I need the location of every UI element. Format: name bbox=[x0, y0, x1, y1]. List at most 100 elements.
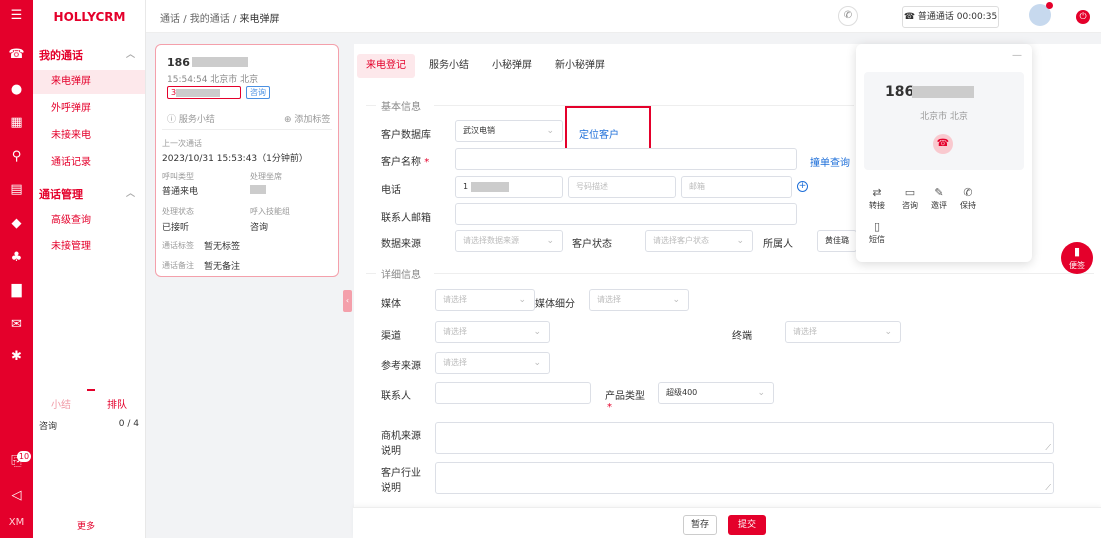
sidebar-item-incoming-popup[interactable]: 来电弹屏 bbox=[33, 70, 145, 94]
sidebar-item-call-records[interactable]: 通话记录 bbox=[33, 151, 145, 175]
chevron-down-icon: ⌄ bbox=[546, 126, 554, 136]
product-type-label: 产品类型 * bbox=[605, 387, 645, 413]
data-source-select[interactable]: 请选择数据来源 ⌄ bbox=[455, 230, 563, 252]
queue-count: 0 / 4 bbox=[118, 419, 139, 429]
status-dot bbox=[1046, 2, 1053, 9]
tab-service-summary[interactable]: 服务小结 bbox=[420, 54, 478, 78]
call-status[interactable]: ☎ 普通通话 00:00:35 bbox=[902, 6, 999, 28]
customer-name-input[interactable] bbox=[455, 148, 797, 170]
tab-queue[interactable]: 排队 bbox=[107, 396, 127, 411]
consult-icon: ▭ bbox=[904, 186, 916, 199]
minimize-icon[interactable]: — bbox=[1012, 50, 1022, 61]
breadcrumb-item[interactable]: 我的通话 bbox=[190, 14, 230, 25]
add-phone-icon[interactable]: + bbox=[797, 181, 808, 192]
media-select[interactable]: 请选择 ⌄ bbox=[435, 289, 535, 311]
last-call-time: 2023/10/31 15:53:43（1分钟前） bbox=[162, 154, 308, 164]
call-time-location: 15:54:54 北京市 北京 bbox=[167, 75, 259, 85]
transfer-button[interactable]: ⇄ 转接 bbox=[862, 186, 892, 211]
section-detail-info: 详细信息 bbox=[381, 270, 421, 281]
channel-select[interactable]: 请选择 ⌄ bbox=[435, 321, 550, 343]
evaluate-button[interactable]: ✎ 邀评 bbox=[924, 186, 954, 211]
chevron-down-icon: ⌄ bbox=[518, 295, 526, 305]
ref-source-select[interactable]: 请选择 ⌄ bbox=[435, 352, 550, 374]
hangup-icon[interactable]: ☎ bbox=[933, 134, 953, 154]
caller-location: 北京市 北京 bbox=[920, 112, 968, 122]
sidebar-item-advanced-search[interactable]: 高级查询 bbox=[33, 209, 145, 233]
contact-input[interactable] bbox=[435, 382, 591, 404]
industry-desc-label: 客户行业说明 bbox=[381, 468, 421, 494]
submit-button[interactable]: 提交 bbox=[728, 515, 766, 535]
bar-chart-icon[interactable]: ▇ bbox=[0, 281, 33, 301]
resize-handle-icon[interactable]: ⟋ bbox=[1045, 483, 1051, 493]
customer-status-select[interactable]: 请选择客户状态 ⌄ bbox=[645, 230, 753, 252]
sidebar-item-missed-calls[interactable]: 未接来电 bbox=[33, 124, 145, 148]
shield-icon[interactable]: ◆ bbox=[0, 214, 33, 234]
terminal-select[interactable]: 请选择 ⌄ bbox=[785, 321, 901, 343]
owner-select[interactable]: 黄佳璐 bbox=[817, 230, 857, 252]
email-input[interactable]: 邮箱 bbox=[681, 176, 792, 198]
tab-indicator bbox=[87, 389, 95, 391]
phone-icon[interactable]: ☎ bbox=[0, 45, 33, 65]
section-basic-info: 基本信息 bbox=[381, 102, 421, 113]
settings-icon[interactable]: ✱ bbox=[0, 347, 33, 367]
masked-number bbox=[192, 57, 248, 67]
save-draft-button[interactable]: 暂存 bbox=[683, 515, 717, 535]
resize-handle-icon[interactable]: ⟋ bbox=[1045, 443, 1051, 453]
consult-button[interactable]: ▭ 咨询 bbox=[895, 186, 925, 211]
product-type-select[interactable]: 超级400 ⌄ bbox=[658, 382, 774, 404]
group-my-calls[interactable]: 我的通话 ︿ bbox=[39, 47, 135, 63]
divider bbox=[162, 129, 332, 130]
duplicate-check-link[interactable]: 撞单查询 bbox=[810, 154, 850, 169]
select-placeholder: 请选择数据来源 bbox=[463, 236, 519, 245]
caller-number: 186 bbox=[885, 84, 915, 100]
menu-icon[interactable]: ☰ bbox=[0, 6, 33, 26]
chat-icon[interactable]: ● bbox=[0, 80, 33, 100]
more-button[interactable]: 更多 bbox=[77, 519, 95, 532]
phone-label: 电话 bbox=[381, 185, 401, 196]
masked-handler bbox=[250, 185, 266, 194]
tab-new-assistant-popup[interactable]: 新小秘弹屏 bbox=[546, 54, 614, 78]
queue-row: 咨询 0 / 4 bbox=[39, 419, 139, 432]
call-card[interactable]: 186 15:54:54 北京市 北京 3 咨询 ⓘ 服务小结 ⊕ 添加标签 上… bbox=[155, 44, 339, 277]
tab-call-registration[interactable]: 来电登记 bbox=[357, 54, 415, 78]
chevron-down-icon: ⌄ bbox=[672, 295, 680, 305]
bookmark-icon: ▮ bbox=[1073, 245, 1081, 258]
select-placeholder: 请选择客户状态 bbox=[653, 236, 709, 245]
user-icon[interactable]: ⚲ bbox=[0, 147, 33, 167]
media-sub-select[interactable]: 请选择 ⌄ bbox=[589, 289, 689, 311]
contact-email-input[interactable] bbox=[455, 203, 797, 225]
biz-source-desc-textarea[interactable]: ⟋ bbox=[435, 422, 1054, 454]
required-mark: * bbox=[607, 402, 612, 413]
breadcrumb-separator: / bbox=[183, 14, 187, 25]
collapse-handle[interactable]: ‹ bbox=[343, 290, 352, 312]
softphone-icon[interactable]: ✆ bbox=[838, 6, 858, 26]
sms-button[interactable]: ▯ 短信 bbox=[862, 220, 892, 245]
select-placeholder: 请选择 bbox=[443, 358, 467, 367]
document-icon[interactable]: ▤ bbox=[0, 180, 33, 200]
tab-assistant-popup[interactable]: 小秘弹屏 bbox=[483, 54, 541, 78]
hold-button[interactable]: ✆ 保持 bbox=[953, 186, 983, 211]
group-call-management[interactable]: 通话管理 ︿ bbox=[39, 186, 135, 202]
customer-db-select[interactable]: 武汉电销 ⌄ bbox=[455, 120, 563, 142]
tab-summary[interactable]: 小结 bbox=[51, 396, 71, 411]
breadcrumb-item[interactable]: 通话 bbox=[160, 14, 180, 25]
phone-input[interactable]: 1 bbox=[455, 176, 563, 198]
grid-icon[interactable]: ▦ bbox=[0, 113, 33, 133]
caller-number: 186 bbox=[167, 56, 190, 69]
owner-label: 所属人 bbox=[763, 239, 793, 250]
collapse-icon[interactable]: ◁ bbox=[0, 486, 33, 506]
message-icon[interactable]: ✉ bbox=[0, 315, 33, 335]
avatar[interactable] bbox=[1029, 2, 1053, 26]
breadcrumb-separator: / bbox=[232, 14, 237, 25]
power-icon[interactable]: ⏻ bbox=[1076, 10, 1090, 24]
sidebar-item-missed-management[interactable]: 未接管理 bbox=[33, 235, 145, 259]
select-placeholder: 请选择 bbox=[443, 295, 467, 304]
divider bbox=[366, 105, 376, 106]
industry-desc-textarea[interactable]: ⟋ bbox=[435, 462, 1054, 494]
sidebar-item-outbound-popup[interactable]: 外呼弹屏 bbox=[33, 97, 145, 121]
service-summary-link[interactable]: ⓘ 服务小结 bbox=[167, 112, 215, 125]
note-button[interactable]: ▮ 便签 bbox=[1061, 242, 1093, 274]
robot-icon[interactable]: ♣ bbox=[0, 248, 33, 268]
add-tag-button[interactable]: ⊕ 添加标签 bbox=[284, 112, 330, 125]
phone-desc-input[interactable]: 号码描述 bbox=[568, 176, 676, 198]
